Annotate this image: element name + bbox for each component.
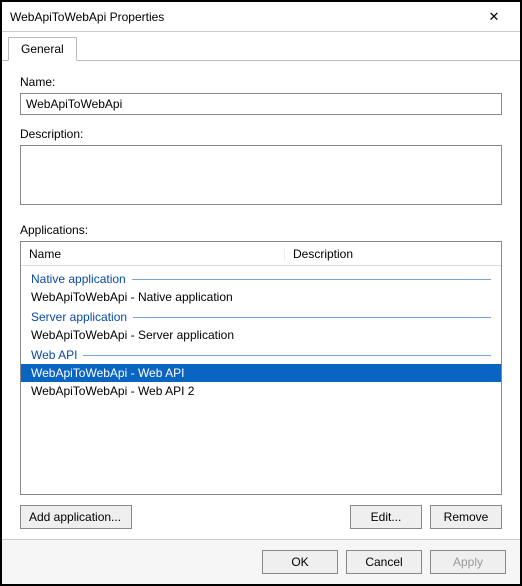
applications-list: Name Description Native application WebAp…	[20, 241, 502, 495]
app-group-header[interactable]: Server application	[21, 306, 501, 326]
divider	[132, 279, 491, 280]
app-group-title: Native application	[31, 272, 126, 286]
app-group-header[interactable]: Web API	[21, 344, 501, 364]
tab-content-general: Name: Description: Applications: Name De…	[2, 61, 520, 539]
tabstrip: General	[2, 32, 520, 61]
app-group-title: Server application	[31, 310, 127, 324]
description-label: Description:	[20, 127, 502, 141]
description-input[interactable]	[20, 145, 502, 205]
name-input[interactable]	[20, 93, 502, 115]
col-header-name[interactable]: Name	[21, 247, 285, 261]
applications-header: Name Description	[21, 242, 501, 266]
app-group-title: Web API	[31, 348, 77, 362]
divider	[133, 317, 491, 318]
properties-dialog: WebApiToWebApi Properties ✕ General Name…	[0, 0, 522, 586]
add-application-button[interactable]: Add application...	[20, 505, 132, 529]
app-row[interactable]: WebApiToWebApi - Native application	[21, 288, 501, 306]
apply-button[interactable]: Apply	[430, 550, 506, 574]
app-row[interactable]: WebApiToWebApi - Web API 2	[21, 382, 501, 400]
edit-button[interactable]: Edit...	[350, 505, 422, 529]
titlebar: WebApiToWebApi Properties ✕	[2, 2, 520, 32]
dialog-footer: OK Cancel Apply	[2, 539, 520, 584]
applications-button-row: Add application... Edit... Remove	[20, 505, 502, 529]
window-title: WebApiToWebApi Properties	[10, 10, 476, 24]
app-row[interactable]: WebApiToWebApi - Server application	[21, 326, 501, 344]
applications-body[interactable]: Native application WebApiToWebApi - Nativ…	[21, 266, 501, 494]
close-icon[interactable]: ✕	[476, 9, 512, 25]
app-row[interactable]: WebApiToWebApi - Web API	[21, 364, 501, 382]
name-label: Name:	[20, 75, 502, 89]
remove-button[interactable]: Remove	[430, 505, 502, 529]
divider	[83, 355, 491, 356]
cancel-button[interactable]: Cancel	[346, 550, 422, 574]
applications-label: Applications:	[20, 223, 502, 237]
app-group-header[interactable]: Native application	[21, 268, 501, 288]
tab-general[interactable]: General	[8, 37, 77, 61]
ok-button[interactable]: OK	[262, 550, 338, 574]
col-header-description[interactable]: Description	[285, 247, 501, 261]
